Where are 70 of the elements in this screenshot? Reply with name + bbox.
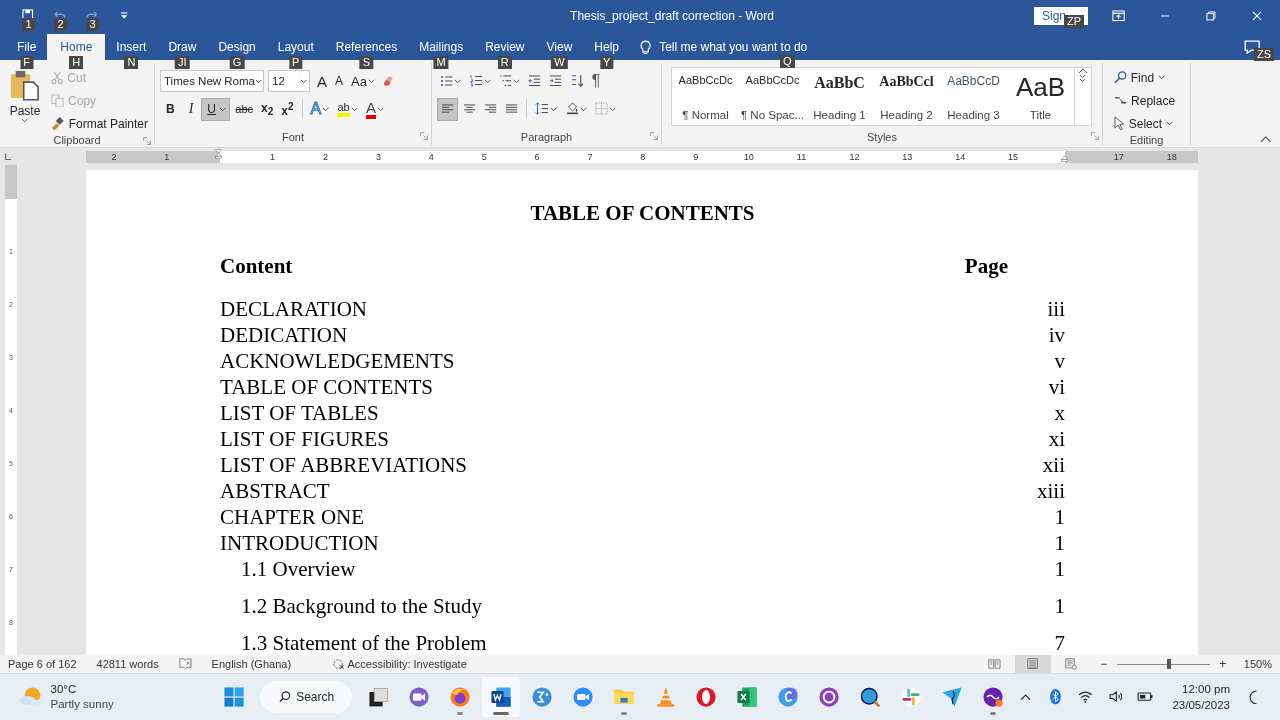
keytip-tooltip: P	[289, 56, 303, 69]
ruler-number: 15	[1008, 151, 1019, 162]
window-title: Thesis_project_draft correction - Word	[569, 9, 775, 23]
toc-entry: TABLE OF CONTENTS	[220, 374, 433, 400]
page-number: 1	[1054, 593, 1065, 619]
toc-entry: LIST OF ABBREVIATIONS	[220, 452, 467, 478]
toc-entry: DEDICATION	[220, 322, 348, 348]
page-number: xiii	[1037, 478, 1065, 504]
keytip-tooltip: 1	[22, 18, 35, 31]
toc-entry: INTRODUCTION	[220, 530, 379, 556]
ruler-number: 1	[164, 151, 170, 162]
toc-entry: LIST OF TABLES	[220, 400, 379, 426]
page-number: v	[1054, 348, 1065, 374]
ruler-number: 11	[796, 151, 807, 162]
ruler-number: 6	[534, 151, 540, 162]
ruler-number: 2	[323, 151, 328, 162]
toc-entry: 1.2 Background to the Study	[241, 593, 482, 619]
keytip-tooltip: 3	[86, 18, 99, 31]
group-label: Font	[282, 131, 304, 143]
ruler-number: 10	[743, 151, 754, 162]
page-number: iv	[1048, 322, 1065, 348]
page-number: xi	[1048, 426, 1065, 452]
keytip-tooltip: H	[69, 56, 84, 69]
keytip-tooltip: F	[20, 56, 34, 69]
keytip-tooltip: M	[433, 56, 449, 69]
ruler-number: 2	[111, 151, 117, 162]
keytip-tooltip: JI	[175, 56, 190, 69]
document-heading: TABLE OF CONTENTS	[529, 200, 756, 226]
page-number: vi	[1048, 374, 1065, 400]
ruler-number: 13	[902, 151, 913, 162]
ruler-number: 8	[640, 151, 646, 162]
keytip-tooltip: Q	[780, 55, 795, 68]
ruler-number: 18	[1166, 151, 1177, 162]
keytip-tooltip: ZP	[1064, 15, 1085, 28]
page-number: iii	[1047, 296, 1065, 322]
ruler-number: 4	[428, 151, 434, 162]
toc-entry: CHAPTER ONE	[220, 504, 365, 530]
page-number: 1	[1054, 504, 1065, 530]
keytip-tooltip: S	[359, 56, 374, 69]
column-heading: Content	[220, 253, 293, 279]
toc-entry: 1.3 Statement of the Problem	[241, 630, 487, 655]
keytip-tooltip: 2	[54, 18, 67, 31]
column-heading: Page	[964, 253, 1008, 279]
page-number: 1	[1054, 530, 1065, 556]
keytip-tooltip: G	[229, 56, 245, 69]
toc-entry: 1.1 Overview	[241, 556, 356, 582]
ruler-number: 14	[955, 151, 966, 162]
toc-entry: ACKNOWLEDGEMENTS	[220, 348, 455, 374]
keytip-tooltip: Y	[600, 56, 614, 69]
page-number: x	[1054, 400, 1065, 426]
toc-entry: ABSTRACT	[220, 478, 330, 504]
page-number: 1	[1054, 556, 1065, 582]
ruler-number: 7	[587, 151, 593, 162]
ruler-number: 9	[693, 151, 699, 162]
ruler-number: 3	[375, 151, 381, 162]
keytip-tooltip: ZS	[1254, 48, 1275, 61]
toc-entry: DECLARATION	[220, 296, 367, 322]
ruler-number: 12	[849, 151, 860, 162]
ruler-number: 5	[481, 151, 487, 162]
group-label: Clipboard	[53, 134, 101, 146]
keytip-tooltip: W	[551, 56, 568, 69]
ruler-number: 17	[1113, 151, 1124, 162]
toc-entry: LIST OF FIGURES	[220, 426, 389, 452]
page-number: 7	[1054, 630, 1065, 655]
ruler-number: 1	[270, 151, 276, 162]
page-number: xii	[1042, 452, 1065, 478]
keytip-tooltip: N	[124, 56, 139, 69]
group-label: Paragraph	[520, 131, 573, 143]
group-label: Styles	[867, 131, 897, 143]
group-label: Editing	[1129, 134, 1164, 146]
